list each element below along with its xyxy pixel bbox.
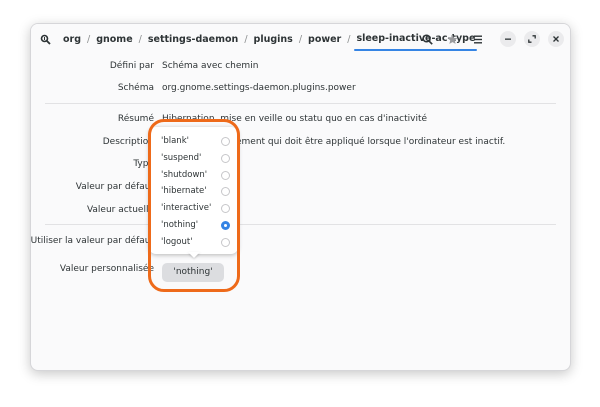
crumb-separator: / [244,33,248,45]
option-suspend[interactable]: 'suspend' [161,150,230,166]
summary-value: Hibernation, mise en veille ou statu quo… [162,114,428,124]
option-label: 'nothing' [161,220,199,230]
crumb-separator: / [347,33,351,45]
minimize-icon[interactable] [500,31,516,47]
maximize-icon[interactable] [524,31,540,47]
crumb-power[interactable]: power [308,34,341,45]
custom-value-label: Valeur personnalisée [59,264,154,274]
defined-by-label: Défini par [109,61,154,71]
header-bar: org / gnome / settings-daemon / plugins … [31,24,570,54]
defined-by-value: Schéma avec chemin [162,61,259,71]
star-icon[interactable] [444,31,460,47]
option-label: 'shutdown' [161,170,208,180]
search-icon[interactable] [419,31,435,47]
separator [45,103,556,104]
crumb-plugins[interactable]: plugins [254,34,293,45]
radio-icon[interactable] [221,203,230,213]
dconf-editor-icon[interactable] [37,31,53,47]
app-window: org / gnome / settings-daemon / plugins … [30,23,571,371]
close-icon[interactable] [548,31,564,47]
summary-label: Résumé [117,114,154,124]
radio-icon[interactable] [221,136,230,146]
default-value-label: Valeur par défaut [75,182,154,192]
radio-icon[interactable] [221,153,230,163]
option-label: 'logout' [161,237,193,247]
option-label: 'suspend' [161,153,202,163]
option-label: 'hibernate' [161,186,207,196]
crumb-org[interactable]: org [63,34,81,45]
radio-icon[interactable] [221,170,230,180]
radio-icon[interactable] [221,237,230,247]
option-label: 'blank' [161,136,189,146]
crumb-settings-daemon[interactable]: settings-daemon [148,34,238,45]
description-value: ement qui doit être appliqué lorsque l'o… [236,137,506,147]
schema-label: Schéma [117,83,154,93]
custom-value-dropdown-button[interactable]: 'nothing' [162,263,224,282]
schema-value: org.gnome.settings-daemon.plugins.power [162,83,356,93]
crumb-separator: / [87,33,91,45]
radio-selected-icon[interactable] [221,220,230,230]
current-value-label: Valeur actuelle [86,205,154,215]
option-label: 'interactive' [161,203,212,213]
option-shutdown[interactable]: 'shutdown' [161,167,230,183]
description-label: Description [102,137,154,147]
breadcrumb: org / gnome / settings-daemon / plugins … [63,24,478,54]
option-interactive[interactable]: 'interactive' [161,200,230,216]
crumb-separator: / [138,33,142,45]
use-default-label: Utiliser la valeur par défaut [30,236,154,246]
option-nothing[interactable]: 'nothing' [161,217,230,233]
separator [45,224,556,225]
popover-arrow [188,252,200,258]
hamburger-menu-icon[interactable] [470,31,486,47]
value-options-popover: 'blank' 'suspend' 'shutdown' 'hibernate'… [149,127,238,254]
radio-icon[interactable] [221,186,230,196]
crumb-gnome[interactable]: gnome [96,34,132,45]
crumb-separator: / [298,33,303,45]
option-logout[interactable]: 'logout' [161,234,230,250]
option-hibernate[interactable]: 'hibernate' [161,183,230,199]
option-blank[interactable]: 'blank' [161,133,230,149]
